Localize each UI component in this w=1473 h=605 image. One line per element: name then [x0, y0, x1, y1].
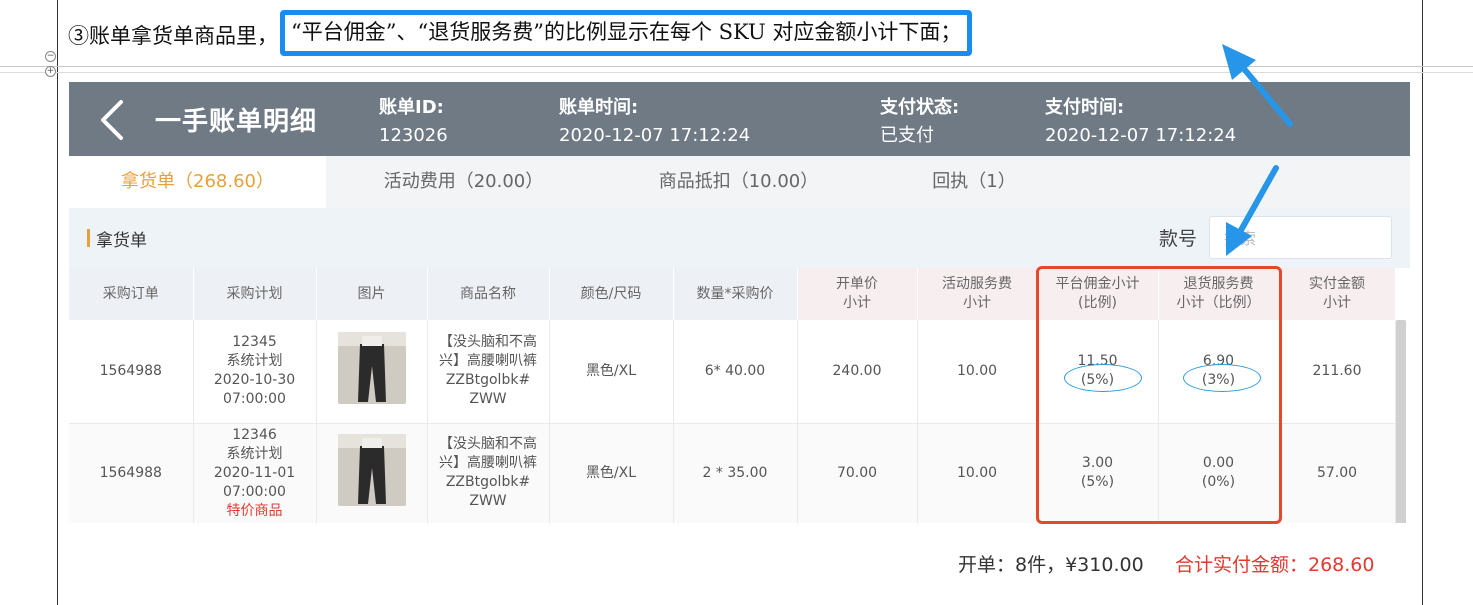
plan-cell: 12346 系统计划 2020-11-01 07:00:00 特价商品 — [193, 423, 317, 524]
section-title: 拿货单 — [96, 231, 147, 251]
instruction-highlight: “平台佣金”、“退货服务费”的比例显示在每个 SKU 对应金额小计下面； — [280, 10, 973, 56]
special-price-tag: 特价商品 — [226, 502, 283, 519]
col-color-size: 颜色/尺码 — [549, 268, 674, 320]
pay-time-field: 支付时间: 2020-12-07 17:12:24 — [1045, 94, 1236, 150]
style-number-input[interactable]: 搜索 — [1209, 216, 1392, 259]
style-number-label: 款号 — [1159, 228, 1198, 250]
page-title: 一手账单明细 — [155, 107, 318, 137]
plan-type: 系统计划 — [226, 353, 283, 370]
plan-time: 07:00:00 — [223, 483, 286, 500]
image-cell — [316, 320, 428, 424]
order-count-summary: 开单：8件，¥310.00 — [958, 554, 1144, 576]
activity-fee-cell: 10.00 — [917, 423, 1038, 524]
col-activity-fee: 活动服务费 小计 — [917, 268, 1038, 320]
product-thumbnail[interactable] — [337, 332, 406, 405]
instruction-prefix: ③账单拿货单商品里， — [68, 24, 278, 48]
tab-activity-fee[interactable]: 活动费用（20.00） — [326, 156, 601, 208]
color-size-cell: 黑色/XL — [549, 423, 674, 524]
section-accent-bar — [87, 229, 90, 247]
col-plan: 采购计划 — [193, 268, 317, 320]
bill-time-label: 账单时间: — [559, 97, 639, 118]
pay-status-label: 支付状态: — [880, 97, 960, 118]
col-open-subtotal: 开单价 小计 — [797, 268, 918, 320]
order-cell: 1564988 — [69, 423, 194, 524]
bill-header: 一手账单明细 账单ID: 123026 账单时间: 2020-12-07 17:… — [69, 82, 1410, 156]
product-name-cell: 【没头脑和不高兴】高腰喇叭裤ZZBtgolbk# ZWW — [427, 320, 550, 424]
qty-price-cell: 6* 40.00 — [673, 320, 798, 424]
plan-date: 2020-11-01 — [213, 464, 296, 481]
open-subtotal-cell: 240.00 — [797, 320, 918, 424]
page-separator-2 — [0, 72, 1473, 73]
pants-image-icon — [337, 434, 406, 506]
qty-price-cell: 2 * 35.00 — [673, 423, 798, 524]
plan-type: 系统计划 — [226, 445, 283, 462]
plan-date: 2020-10-30 — [213, 372, 296, 389]
annotation-circle-return-fee — [1183, 364, 1261, 392]
pay-time-label: 支付时间: — [1045, 97, 1125, 118]
pay-status-field: 支付状态: 已支付 — [880, 94, 959, 150]
plan-id: 12345 — [232, 334, 277, 351]
pay-status-value: 已支付 — [880, 125, 934, 146]
page-separator — [0, 66, 1473, 67]
summary-footer: 开单：8件，¥310.00 合计实付金额：268.60 — [69, 523, 1410, 592]
order-cell: 1564988 — [69, 320, 194, 424]
product-thumbnail[interactable] — [337, 434, 406, 506]
pants-image-icon — [337, 332, 406, 405]
instruction-text: ③账单拿货单商品里， “平台佣金”、“退货服务费”的比例显示在每个 SKU 对应金… — [68, 10, 973, 60]
pay-time-value: 2020-12-07 17:12:24 — [1045, 125, 1237, 146]
col-qty-price: 数量*采购价 — [673, 268, 798, 320]
plan-cell: 12345 系统计划 2020-10-30 07:00:00 — [193, 320, 317, 424]
plan-id: 12346 — [232, 426, 277, 443]
expand-icon[interactable]: + — [45, 66, 56, 77]
plan-time: 07:00:00 — [223, 391, 286, 408]
section-header: 拿货单 款号 搜索 — [69, 208, 1410, 268]
activity-fee-cell: 10.00 — [917, 320, 1038, 424]
bill-id-label: 账单ID: — [379, 97, 444, 118]
bill-id-field: 账单ID: 123026 — [379, 94, 448, 150]
tab-receipt[interactable]: 回执（1） — [839, 156, 1109, 208]
paid-cell: 57.00 — [1279, 423, 1396, 524]
tab-bar: 拿货单（268.60） 活动费用（20.00） 商品抵扣（10.00） 回执（1… — [69, 156, 1410, 208]
bill-time-field: 账单时间: 2020-12-07 17:12:24 — [559, 94, 750, 150]
tab-goods-deduction[interactable]: 商品抵扣（10.00） — [601, 156, 876, 208]
tab-goods-order[interactable]: 拿货单（268.60） — [69, 156, 326, 208]
open-subtotal-cell: 70.00 — [797, 423, 918, 524]
product-name-cell: 【没头脑和不高兴】高腰喇叭裤ZZBtgolbk# ZWW — [427, 423, 550, 524]
color-size-cell: 黑色/XL — [549, 320, 674, 424]
annotation-highlight-box — [1036, 266, 1282, 524]
back-arrow-icon[interactable] — [95, 98, 135, 142]
bill-id-value: 123026 — [379, 125, 448, 146]
col-order: 采购订单 — [69, 268, 194, 320]
total-paid-amount: 合计实付金额：268.60 — [1175, 554, 1375, 576]
paid-cell: 211.60 — [1279, 320, 1396, 424]
bill-time-value: 2020-12-07 17:12:24 — [559, 125, 751, 146]
annotation-circle-commission — [1064, 364, 1142, 392]
col-image: 图片 — [316, 268, 428, 320]
col-product-name: 商品名称 — [427, 268, 550, 320]
collapse-icon[interactable]: − — [45, 51, 56, 62]
col-paid: 实付金额 小计 — [1279, 268, 1396, 320]
image-cell — [316, 423, 428, 524]
